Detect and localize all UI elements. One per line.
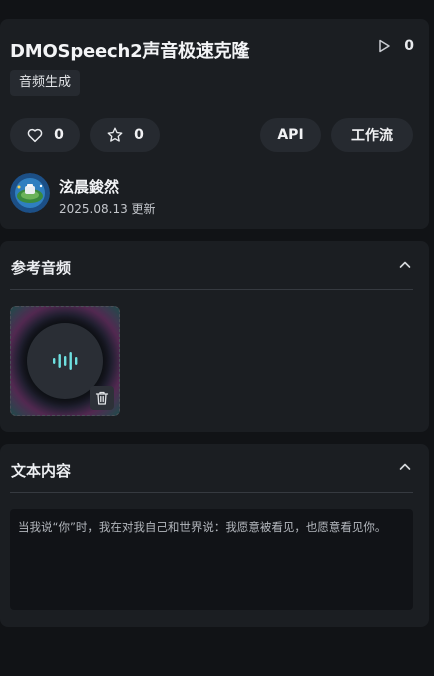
- avatar[interactable]: [10, 173, 50, 213]
- delete-audio-button[interactable]: [90, 386, 114, 410]
- star-icon: [107, 127, 123, 142]
- updated-date: 2025.08.13 更新: [59, 202, 156, 216]
- chevron-up-icon[interactable]: [398, 460, 412, 474]
- audio-upload-tile[interactable]: [10, 306, 120, 416]
- page-title: DMOSpeech2声音极速克隆: [10, 41, 250, 62]
- section-divider: [10, 289, 413, 290]
- chevron-up-icon[interactable]: [398, 258, 412, 272]
- audio-wave-icon: [53, 352, 78, 370]
- like-button[interactable]: 0: [10, 118, 80, 152]
- category-tag[interactable]: 音频生成: [10, 70, 81, 96]
- reference-audio-title: 参考音频: [11, 259, 72, 277]
- favorite-button[interactable]: 0: [90, 118, 160, 152]
- trash-icon: [95, 391, 109, 405]
- like-count: 0: [54, 127, 64, 143]
- heart-icon: [27, 128, 43, 143]
- api-button[interactable]: API: [260, 118, 321, 152]
- avatar-image: [10, 173, 50, 213]
- play-counter[interactable]: 0: [376, 38, 414, 54]
- favorite-count: 0: [134, 127, 144, 143]
- section-divider: [10, 492, 413, 493]
- text-content-input[interactable]: 当我说“你”时，我在对我自己和世界说：我愿意被看见，也愿意看见你。: [10, 509, 413, 610]
- author-name[interactable]: 泫晨鋑然: [59, 176, 119, 197]
- play-count: 0: [404, 38, 414, 54]
- workflow-button[interactable]: 工作流: [331, 118, 413, 152]
- play-icon[interactable]: [376, 38, 392, 54]
- text-content-title: 文本内容: [11, 462, 72, 480]
